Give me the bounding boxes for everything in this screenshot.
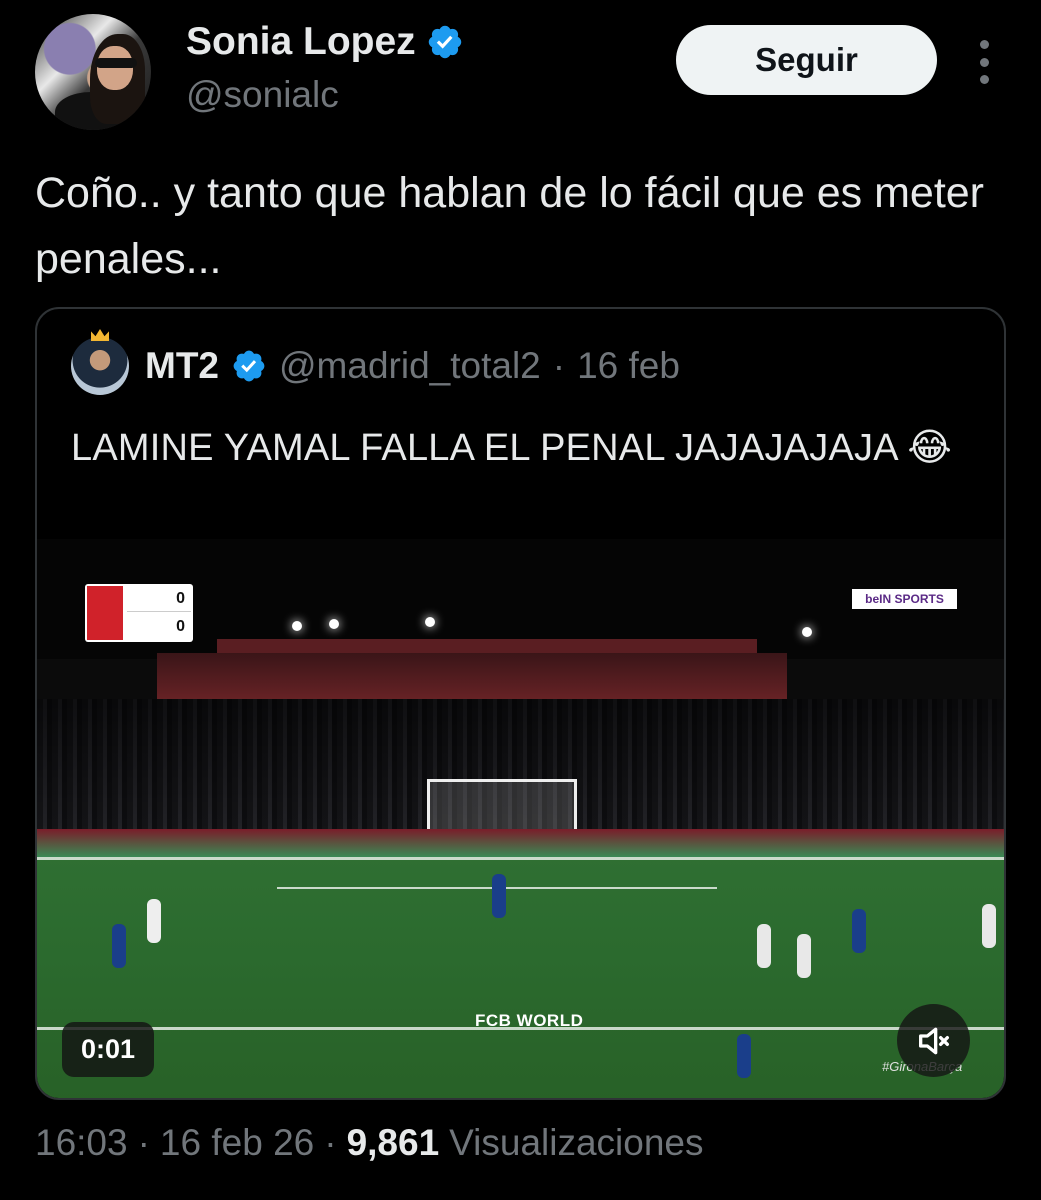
stadium-stand: [157, 653, 787, 703]
separator-dot: ·: [324, 1122, 337, 1163]
quoted-author-handle[interactable]: @madrid_total2: [279, 345, 541, 387]
tweet-time[interactable]: 16:03: [35, 1122, 128, 1164]
scoreboard: 0 0: [85, 584, 193, 642]
quoted-author-name[interactable]: MT2: [145, 345, 219, 387]
home-score: 0: [176, 589, 185, 607]
author-name-row[interactable]: Sonia Lopez: [186, 20, 464, 64]
video-time-badge: 0:01: [62, 1022, 154, 1077]
broadcaster-logo: beIN SPORTS: [852, 589, 957, 609]
goal-net: [427, 779, 577, 829]
stadium-roof: [217, 639, 757, 653]
verified-badge-icon: [428, 25, 461, 59]
quoted-tweet[interactable]: MT2 @madrid_total2 · 16 feb LAMINE YAMAL…: [35, 307, 1006, 1100]
player: [112, 924, 126, 968]
views-label: Visualizaciones: [449, 1122, 704, 1163]
quoted-header: MT2 @madrid_total2 · 16 feb: [71, 329, 680, 395]
tweet-date[interactable]: 16 feb 26: [160, 1122, 314, 1164]
video-player[interactable]: 0 0 beIN SPORTS FCB WORLD #GironaBarça 0…: [37, 539, 1004, 1098]
views-count: 9,861: [346, 1122, 440, 1163]
player: [797, 934, 811, 978]
video-watermark: FCB WORLD: [475, 1011, 584, 1030]
muted-speaker-icon: [918, 1027, 949, 1054]
more-options-icon[interactable]: [970, 40, 998, 84]
verified-badge-icon: [233, 350, 265, 382]
author-name[interactable]: Sonia Lopez: [186, 20, 416, 64]
player: [147, 899, 161, 943]
crown-icon: [91, 329, 109, 341]
quoted-date[interactable]: 16 feb: [577, 345, 680, 387]
tweet-meta: 16:03 · 16 feb 26 · 9,861 Visualizacione…: [35, 1122, 704, 1164]
author-handle[interactable]: @sonialc: [186, 74, 339, 116]
separator-dot: ·: [552, 345, 566, 386]
player: [492, 874, 506, 918]
player: [852, 909, 866, 953]
ad-boards: [37, 829, 1004, 857]
quoted-avatar[interactable]: [71, 329, 129, 395]
player: [982, 904, 996, 948]
quoted-text: LAMINE YAMAL FALLA EL PENAL JAJAJAJAJA 😂: [71, 427, 953, 469]
follow-button[interactable]: Seguir: [676, 25, 937, 95]
pitch: [37, 857, 1004, 1098]
laliga-logo-icon: [87, 586, 123, 640]
separator-dot: ·: [137, 1122, 150, 1163]
tweet-text: Coño.. y tanto que hablan de lo fácil qu…: [35, 169, 985, 283]
player: [757, 924, 771, 968]
player: [737, 1034, 751, 1078]
tweet-header: Sonia Lopez @sonialc Seguir: [0, 0, 1041, 150]
away-score: 0: [176, 618, 185, 635]
mute-button[interactable]: [897, 1004, 970, 1077]
author-avatar[interactable]: [35, 14, 151, 130]
